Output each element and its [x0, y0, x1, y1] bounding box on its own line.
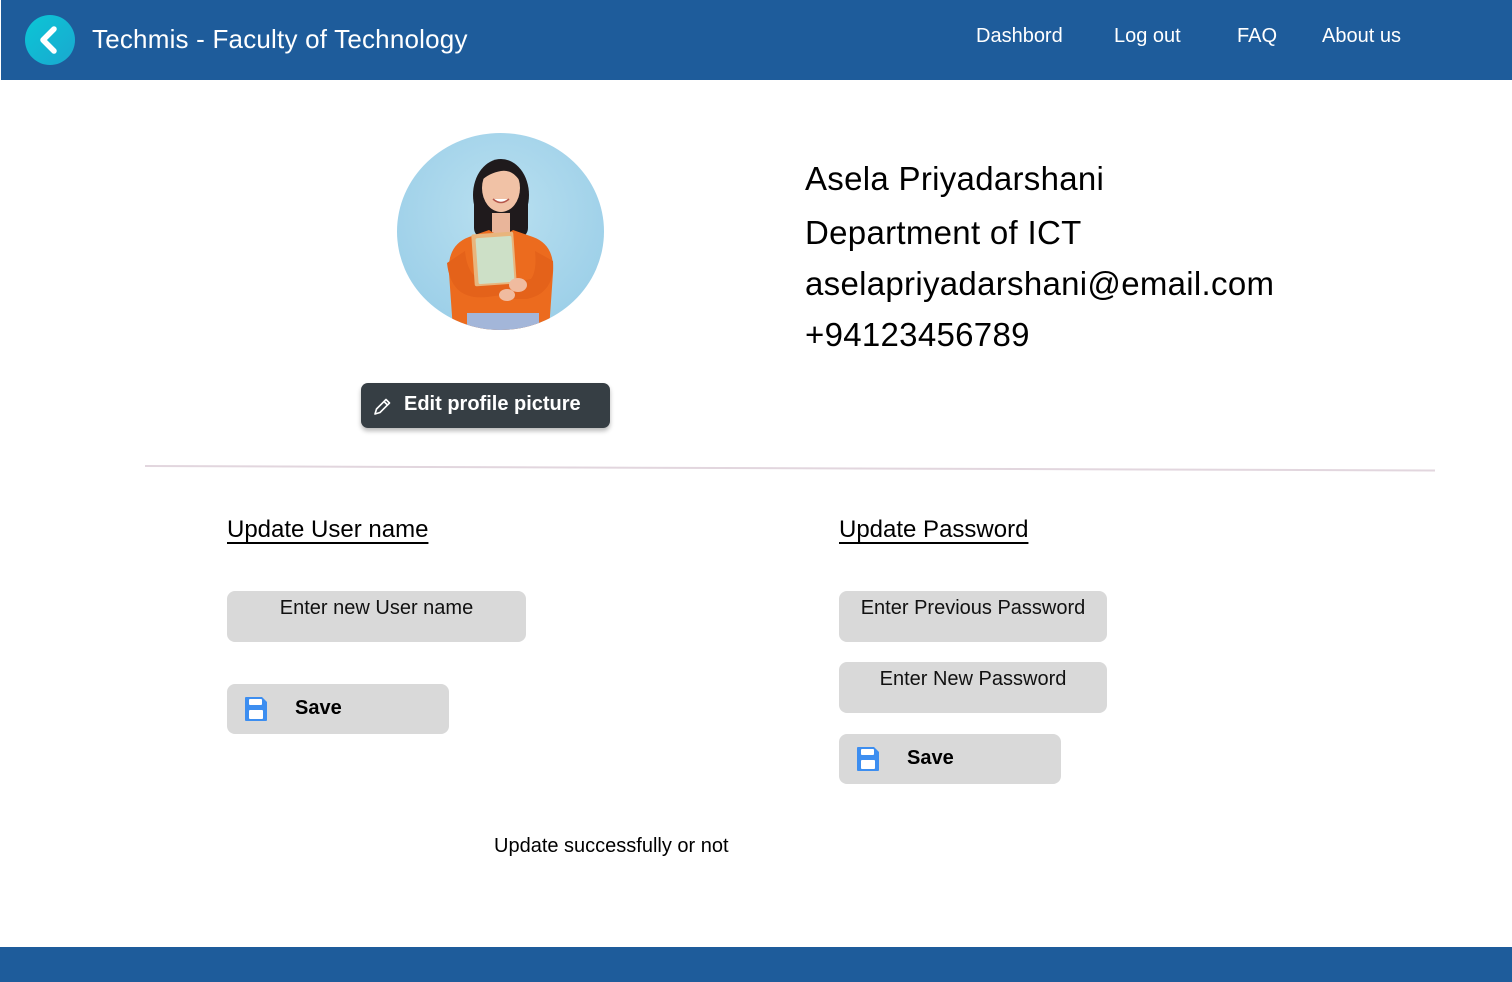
avatar-illustration [447, 159, 554, 330]
profile-avatar [397, 133, 604, 330]
profile-name: Asela Priyadarshani [805, 160, 1105, 197]
profile-phone: +94123456789 [805, 316, 1030, 353]
edit-profile-picture-button[interactable]: Edit profile picture [361, 383, 610, 428]
profile-email: aselapriyadarshani@email.com [805, 265, 1275, 302]
nav-faq-link[interactable]: FAQ [1237, 25, 1277, 48]
profile-page: Techmis - Faculty of Technology Dashbord… [0, 0, 1512, 982]
nav-dashboard-link[interactable]: Dashbord [976, 25, 1063, 48]
pencil-icon [374, 398, 391, 415]
new-password-input[interactable]: Enter New Password [839, 662, 1107, 713]
new-username-placeholder: Enter new User name [279, 597, 474, 619]
edit-profile-picture-label: Edit profile picture [404, 393, 581, 415]
save-username-label: Save [295, 697, 342, 719]
previous-password-input[interactable]: Enter Previous Password [839, 591, 1107, 642]
save-password-label: Save [907, 747, 954, 769]
chevron-left-icon [40, 26, 57, 54]
nav-about-link[interactable]: About us [1322, 25, 1401, 48]
nav-logout-link[interactable]: Log out [1114, 25, 1181, 48]
profile-department: Department of ICT [805, 214, 1082, 251]
top-header: Techmis - Faculty of Technology Dashbord… [1, 0, 1512, 80]
save-password-button[interactable]: Save [839, 734, 1061, 784]
floppy-disk-icon [857, 747, 879, 771]
update-password-heading: Update Password [839, 516, 1029, 543]
back-button[interactable] [25, 15, 75, 65]
update-status-message: Update successfully or not [494, 835, 729, 857]
floppy-disk-icon [245, 697, 267, 721]
new-username-input[interactable]: Enter new User name [227, 591, 526, 642]
previous-password-placeholder: Enter Previous Password [860, 597, 1086, 619]
page-footer [0, 947, 1512, 982]
save-username-button[interactable]: Save [227, 684, 449, 734]
app-title: Techmis - Faculty of Technology [92, 24, 468, 54]
section-divider [144, 465, 1435, 472]
update-username-heading: Update User name [227, 516, 429, 543]
new-password-placeholder: Enter New Password [879, 668, 1067, 690]
